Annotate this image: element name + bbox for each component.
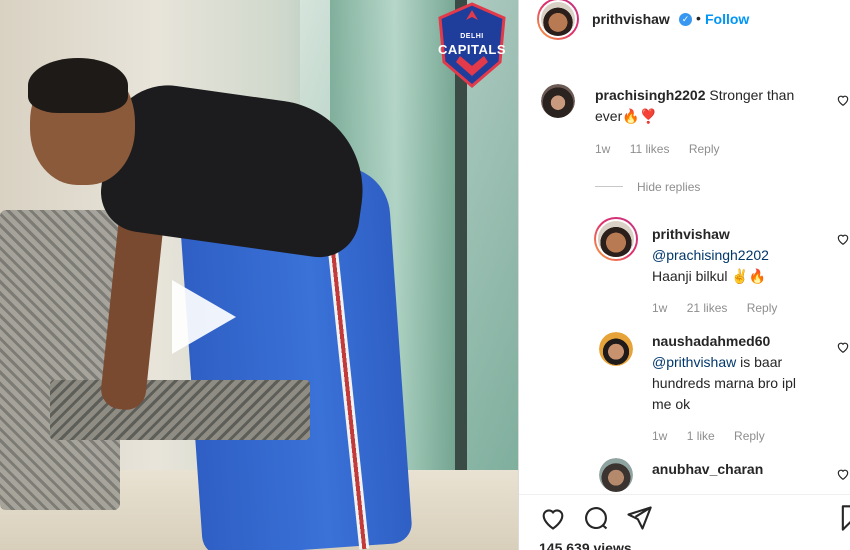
reply-reply-button[interactable]: Reply	[734, 429, 765, 443]
chair-seat	[50, 380, 310, 440]
reply-reply-button[interactable]: Reply	[747, 301, 778, 315]
comment-body: prachisingh2202 Stronger than ever🔥❣️	[595, 85, 809, 127]
reply-text: Haanji bilkul ✌️🔥	[652, 268, 767, 284]
reply-body: anubhav_charan	[652, 459, 817, 480]
video-player[interactable]: DELHI CAPITALS	[0, 0, 518, 550]
player-hair	[28, 58, 128, 113]
commenter-avatar[interactable]	[541, 84, 575, 118]
reply-mention[interactable]: @prachisingh2202	[652, 247, 769, 263]
reply-body: prithvishaw @prachisingh2202 Haanji bilk…	[652, 224, 822, 287]
author-username[interactable]: prithvishaw	[592, 11, 670, 27]
reply-meta: 1w 1 like Reply	[652, 429, 781, 443]
reply-avatar[interactable]	[594, 217, 638, 261]
reply-time: 1w	[652, 429, 668, 443]
post-actions	[519, 500, 850, 540]
post-header: prithvishaw ✓ • Follow	[519, 0, 850, 64]
comment-username[interactable]: prachisingh2202	[595, 87, 706, 103]
comment-icon[interactable]	[582, 504, 610, 532]
comment-likes[interactable]: 11 likes	[630, 142, 670, 156]
bookmark-icon[interactable]	[837, 504, 850, 532]
play-icon[interactable]	[172, 280, 236, 354]
reply-time: 1w	[652, 301, 668, 315]
comment-reply-button[interactable]: Reply	[689, 142, 720, 156]
heart-icon[interactable]	[836, 467, 850, 481]
reply-likes[interactable]: 21 likes	[687, 301, 728, 315]
author-avatar[interactable]	[537, 0, 579, 40]
reply-username[interactable]: prithvishaw	[652, 226, 730, 242]
reply-username[interactable]: anubhav_charan	[652, 461, 763, 477]
comment-time: 1w	[595, 142, 611, 156]
logo-line2: CAPITALS	[437, 42, 507, 57]
heart-icon[interactable]	[836, 232, 850, 246]
reply-username[interactable]: naushadahmed60	[652, 333, 770, 349]
reply-body: naushadahmed60 @prithvishaw is baar hund…	[652, 331, 817, 415]
comment-meta: 1w 11 likes Reply	[595, 142, 736, 156]
separator-dot: •	[696, 10, 701, 26]
hide-replies-line	[595, 186, 623, 187]
post-panel: prithvishaw ✓ • Follow prachisingh2202 S…	[518, 0, 850, 550]
chair-back	[0, 210, 120, 510]
reply-avatar[interactable]	[599, 458, 633, 492]
reply-mention[interactable]: @prithvishaw	[652, 354, 736, 370]
reply-likes[interactable]: 1 like	[687, 429, 715, 443]
delhi-capitals-logo: DELHI CAPITALS	[434, 2, 510, 88]
reply-meta: 1w 21 likes Reply	[652, 301, 793, 315]
heart-icon[interactable]	[836, 93, 850, 107]
view-count: 145,639 views	[539, 540, 632, 550]
share-icon[interactable]	[625, 504, 653, 532]
hide-replies-button[interactable]: Hide replies	[637, 180, 700, 194]
heart-icon[interactable]	[836, 340, 850, 354]
reply-avatar[interactable]	[599, 332, 633, 366]
follow-button[interactable]: Follow	[705, 11, 749, 27]
actions-divider	[519, 494, 850, 495]
verified-icon: ✓	[679, 13, 692, 26]
heart-icon[interactable]	[539, 504, 567, 532]
